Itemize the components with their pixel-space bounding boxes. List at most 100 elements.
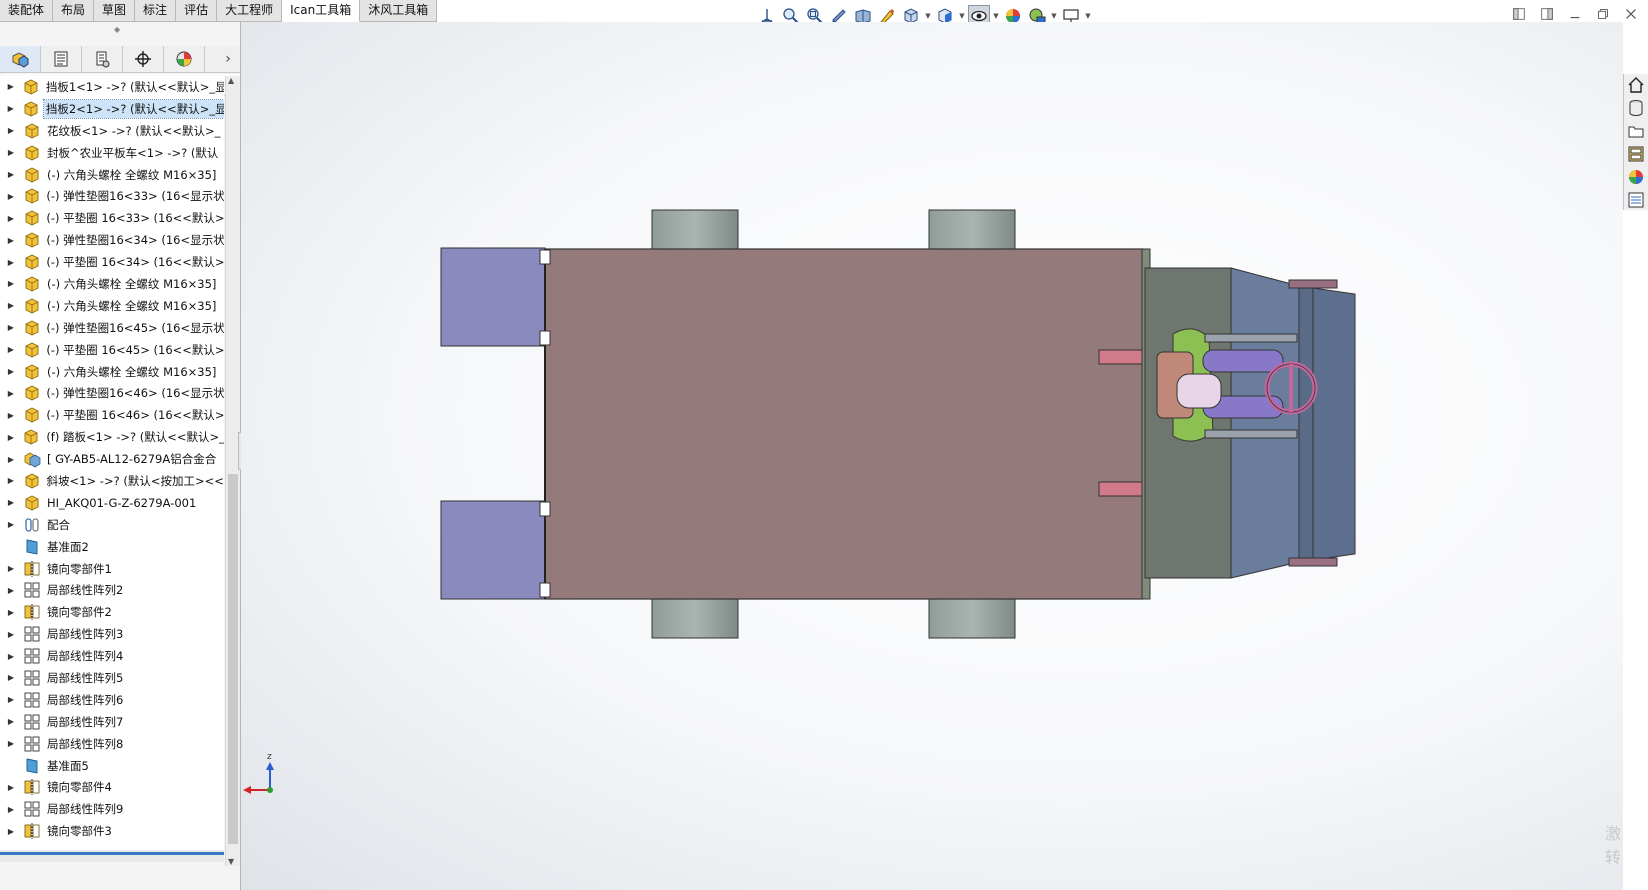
expand-arrow-icon[interactable]: ▶: [0, 104, 21, 113]
tree-item[interactable]: ▶ (-) 六角头螺栓 全螺纹 M16×35]: [0, 164, 224, 186]
expand-arrow-icon[interactable]: ▶: [0, 586, 22, 595]
tree-item[interactable]: ▶ 封板^农业平板车<1> ->? (默认: [0, 142, 224, 164]
expand-arrow-icon[interactable]: ▶: [0, 520, 22, 529]
tree-item[interactable]: ▶ 局部线性阵列6: [0, 689, 224, 711]
task-pane-appearances[interactable]: [1624, 166, 1648, 187]
tree-horizontal-scrollbar[interactable]: [0, 850, 224, 862]
command-tab-0[interactable]: 装配体: [0, 0, 54, 22]
expand-arrow-icon[interactable]: ▶: [0, 827, 22, 836]
task-pane-design-library[interactable]: [1624, 97, 1648, 118]
tree-item[interactable]: ▶ (-) 平垫圈 16<34> (16<<默认>: [0, 251, 224, 273]
featuremanager-tab[interactable]: [0, 46, 41, 72]
tree-item[interactable]: ▶ (-) 弹性垫圈16<33> (16<显示状: [0, 185, 224, 207]
expand-arrow-icon[interactable]: ▶: [0, 652, 22, 661]
panel-grip-icon[interactable]: ◆: [114, 25, 120, 34]
expand-arrow-icon[interactable]: ▶: [0, 301, 22, 310]
expand-arrow-icon[interactable]: ▶: [0, 214, 22, 223]
expand-arrow-icon[interactable]: ▶: [0, 411, 22, 420]
tree-item[interactable]: ▶ (-) 平垫圈 16<33> (16<<默认>: [0, 207, 224, 229]
tree-item[interactable]: ▶ (-) 弹性垫圈16<34> (16<显示状: [0, 229, 224, 251]
expand-arrow-icon[interactable]: ▶: [0, 630, 22, 639]
tile-right-button[interactable]: [1538, 6, 1556, 22]
tree-vertical-scrollbar[interactable]: ▲ ▼: [225, 76, 240, 866]
expand-arrow-icon[interactable]: ▶: [0, 389, 22, 398]
tree-item[interactable]: ▶ 局部线性阵列2: [0, 579, 224, 601]
tree-item[interactable]: ▶基准面5: [0, 755, 224, 777]
more-tabs-icon[interactable]: ›: [216, 46, 240, 72]
tree-item[interactable]: ▶ 镜向零部件1: [0, 558, 224, 580]
expand-arrow-icon[interactable]: ▶: [0, 476, 22, 485]
expand-arrow-icon[interactable]: ▶: [0, 367, 22, 376]
expand-arrow-icon[interactable]: ▶: [0, 170, 22, 179]
command-tab-1[interactable]: 布局: [53, 0, 95, 22]
task-pane-file-explorer[interactable]: [1624, 120, 1648, 141]
expand-arrow-icon[interactable]: ▶: [0, 739, 22, 748]
command-tab-7[interactable]: 沐风工具箱: [360, 0, 438, 22]
tree-item[interactable]: ▶基准面2: [0, 536, 224, 558]
dimxpertmanager-tab[interactable]: [123, 46, 164, 72]
propertymanager-tab[interactable]: [41, 46, 82, 72]
command-tab-6[interactable]: Ican工具箱: [282, 0, 361, 22]
tree-item[interactable]: ▶ HI_AKQ01-G-Z-6279A-001: [0, 492, 224, 514]
expand-arrow-icon[interactable]: ▶: [0, 279, 22, 288]
tree-item[interactable]: ▶ (f) 踏板<1> ->? (默认<<默认>_: [0, 426, 224, 448]
tree-item[interactable]: ▶ [ GY-AB5-AL12-6279A铝合金合: [0, 448, 224, 470]
displaymanager-tab[interactable]: [164, 46, 205, 72]
task-pane-home[interactable]: [1624, 74, 1648, 95]
tree-item[interactable]: ▶ 局部线性阵列7: [0, 711, 224, 733]
tree-item[interactable]: ▶ 局部线性阵列5: [0, 667, 224, 689]
tree-item[interactable]: ▶ 镜向零部件2: [0, 601, 224, 623]
tree-item[interactable]: ▶ 镜向零部件4: [0, 777, 224, 799]
minimize-button[interactable]: [1566, 6, 1584, 22]
expand-arrow-icon[interactable]: ▶: [0, 564, 22, 573]
close-button[interactable]: [1622, 6, 1640, 22]
expand-arrow-icon[interactable]: ▶: [0, 126, 22, 135]
tree-item[interactable]: ▶ 局部线性阵列3: [0, 623, 224, 645]
expand-arrow-icon[interactable]: ▶: [0, 455, 22, 464]
tree-item[interactable]: ▶ 镜向零部件3: [0, 820, 224, 842]
tree-item[interactable]: ▶ (-) 六角头螺栓 全螺纹 M16×35]: [0, 361, 224, 383]
task-pane-custom-properties[interactable]: [1624, 189, 1648, 210]
expand-arrow-icon[interactable]: ▶: [0, 783, 22, 792]
tree-item[interactable]: ▶ 花纹板<1> ->? (默认<<默认>_: [0, 120, 224, 142]
tree-item[interactable]: ▶ (-) 弹性垫圈16<46> (16<显示状: [0, 382, 224, 404]
expand-arrow-icon[interactable]: ▶: [0, 148, 22, 157]
expand-arrow-icon[interactable]: ▶: [0, 236, 22, 245]
expand-arrow-icon[interactable]: ▶: [0, 323, 22, 332]
tree-item[interactable]: ▶ (-) 平垫圈 16<46> (16<<默认>: [0, 404, 224, 426]
configurationmanager-tab[interactable]: [82, 46, 123, 72]
expand-arrow-icon[interactable]: ▶: [0, 433, 22, 442]
tree-item[interactable]: ▶ 挡板1<1> ->? (默认<<默认>_显: [0, 76, 224, 98]
expand-arrow-icon[interactable]: ▶: [0, 608, 22, 617]
tree-item[interactable]: ▶ 局部线性阵列9: [0, 798, 224, 820]
expand-arrow-icon[interactable]: ▶: [0, 82, 21, 91]
command-tab-5[interactable]: 大工程师: [217, 0, 283, 22]
tree-item[interactable]: ▶ (-) 六角头螺栓 全螺纹 M16×35]: [0, 273, 224, 295]
tree-item[interactable]: ▶ 局部线性阵列8: [0, 733, 224, 755]
tree-item[interactable]: ▶ (-) 平垫圈 16<45> (16<<默认>: [0, 339, 224, 361]
expand-arrow-icon[interactable]: ▶: [0, 805, 22, 814]
tree-item[interactable]: ▶ (-) 六角头螺栓 全螺纹 M16×35]: [0, 295, 224, 317]
expand-arrow-icon[interactable]: ▶: [0, 498, 22, 507]
tile-left-button[interactable]: [1510, 6, 1528, 22]
tree-item[interactable]: ▶ 挡板2<1> ->? (默认<<默认>_显: [0, 98, 224, 120]
expand-arrow-icon[interactable]: ▶: [0, 673, 22, 682]
command-tab-2[interactable]: 草图: [94, 0, 136, 22]
tree-item[interactable]: ▶ 配合: [0, 514, 224, 536]
expand-arrow-icon[interactable]: ▶: [0, 345, 22, 354]
expand-arrow-icon[interactable]: ▶: [0, 717, 22, 726]
expand-arrow-icon[interactable]: ▶: [0, 258, 22, 267]
scroll-down-icon[interactable]: ▼: [228, 857, 234, 866]
tree-item[interactable]: ▶ 斜坡<1> ->? (默认<按加工><<: [0, 470, 224, 492]
expand-arrow-icon[interactable]: ▶: [0, 192, 22, 201]
scroll-up-icon[interactable]: ▲: [228, 76, 234, 85]
tree-item[interactable]: ▶ 局部线性阵列4: [0, 645, 224, 667]
graphics-area[interactable]: z x 激 转: [241, 22, 1623, 890]
scroll-thumb[interactable]: [228, 474, 238, 844]
restore-button[interactable]: [1594, 6, 1612, 22]
task-pane-view-palette[interactable]: [1624, 143, 1648, 164]
tree-item[interactable]: ▶ (-) 弹性垫圈16<45> (16<显示状: [0, 317, 224, 339]
expand-arrow-icon[interactable]: ▶: [0, 695, 22, 704]
command-tab-3[interactable]: 标注: [135, 0, 177, 22]
command-tab-4[interactable]: 评估: [176, 0, 218, 22]
